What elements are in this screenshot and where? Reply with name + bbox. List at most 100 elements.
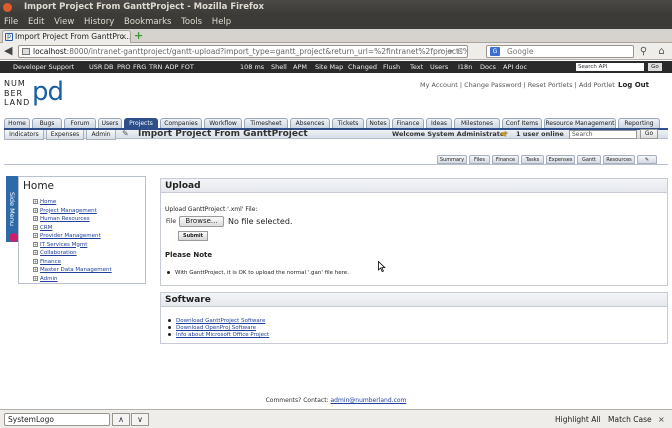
nav-tab-companies[interactable]: Companies	[160, 118, 202, 128]
highlight-all-button[interactable]: Highlight All	[555, 415, 601, 424]
expand-icon[interactable]: +	[33, 207, 38, 213]
tree-item[interactable]: + CRM	[33, 224, 112, 233]
tree-item[interactable]: + Finance	[33, 258, 112, 267]
side-menu-handle-icon[interactable]	[9, 233, 18, 242]
tree-link-admin[interactable]: Admin	[40, 276, 58, 282]
tree-item[interactable]: + Home	[33, 198, 112, 207]
back-arrow-icon[interactable]: ◀	[4, 45, 15, 57]
search-engine-input[interactable]: G Google	[486, 45, 634, 58]
nav-tab-users[interactable]: Users	[98, 118, 122, 128]
logout-link[interactable]: Log Out	[618, 81, 649, 89]
subnav-indicators[interactable]: Indicators	[4, 130, 44, 140]
site-search-go-button[interactable]: Go	[640, 129, 658, 139]
account-links[interactable]: My Account | Change Password | Reset Por…	[420, 81, 615, 89]
nav-tab-projects[interactable]: Projects	[124, 118, 158, 128]
nav-tab-reporting[interactable]: Reporting	[618, 118, 660, 128]
nav-tab-ideas[interactable]: Ideas	[426, 118, 452, 128]
project-tab-edit-icon[interactable]: ✎	[637, 155, 657, 164]
nav-tab-tickets[interactable]: Tickets	[332, 118, 364, 128]
close-window-icon[interactable]	[3, 3, 12, 12]
expand-icon[interactable]: +	[33, 275, 38, 281]
tree-link-finance[interactable]: Finance	[40, 259, 61, 265]
menu-bookmarks[interactable]: Bookmarks	[124, 17, 172, 27]
dev-apidoc[interactable]: API doc	[503, 61, 527, 73]
expand-icon[interactable]: +	[33, 216, 38, 221]
url-bar[interactable]: localhost:8000/intranet-ganttproject/gan…	[18, 45, 468, 58]
nav-tab-finance[interactable]: Finance	[392, 118, 424, 128]
dev-docs[interactable]: Docs	[480, 61, 496, 73]
tree-item[interactable]: + Provider Management	[33, 232, 112, 241]
nav-tab-bugs[interactable]: Bugs	[32, 118, 62, 128]
api-search-input[interactable]: Search API	[576, 63, 644, 71]
dev-text[interactable]: Text	[410, 61, 423, 73]
project-tab-expenses[interactable]: Expenses	[546, 155, 575, 164]
google-icon[interactable]: G	[490, 47, 500, 56]
tree-item[interactable]: + Project Management	[33, 207, 112, 216]
api-search-go-button[interactable]: Go	[648, 63, 662, 71]
menu-edit[interactable]: Edit	[28, 17, 44, 27]
tree-link-project-management[interactable]: Project Management	[40, 208, 97, 214]
ms-project-info-link[interactable]: Info about Microsoft Office Project	[176, 332, 269, 338]
tree-link-provider-management[interactable]: Provider Management	[40, 233, 101, 239]
expand-icon[interactable]: +	[33, 199, 38, 204]
tree-link-crm[interactable]: CRM	[40, 225, 52, 231]
dev-adp[interactable]: ADP	[165, 61, 178, 73]
close-tab-icon[interactable]: ×	[120, 31, 127, 43]
footer-email-link[interactable]: admin@numberland.com	[330, 397, 406, 404]
dev-sitemap[interactable]: Site Map	[315, 61, 343, 73]
dev-db[interactable]: DB	[104, 61, 113, 73]
dev-changed[interactable]: Changed	[348, 61, 377, 73]
project-tab-resources[interactable]: Resources	[603, 155, 635, 164]
tree-link-it-services[interactable]: IT Services Mgmt	[40, 242, 87, 248]
site-identity-icon[interactable]	[22, 48, 30, 55]
nav-tab-milestones[interactable]: Milestones	[454, 118, 500, 128]
tree-item[interactable]: + Collaboration	[33, 249, 112, 258]
dev-pro[interactable]: PRO	[117, 61, 131, 73]
nav-tab-resource-management[interactable]: Resource Management	[544, 118, 616, 128]
close-find-bar-icon[interactable]: ×	[658, 415, 665, 424]
dev-apm[interactable]: APM	[293, 61, 307, 73]
tree-item[interactable]: + Admin	[33, 275, 112, 284]
menu-tools[interactable]: Tools	[181, 17, 202, 27]
menu-file[interactable]: File	[4, 17, 18, 27]
download-ganttproject-link[interactable]: Download GanttProject Software	[176, 318, 265, 324]
expand-icon[interactable]: +	[33, 258, 38, 264]
find-input[interactable]: SystemLogo	[4, 413, 110, 426]
tree-item[interactable]: + Master Data Management	[33, 266, 112, 275]
dev-support-label[interactable]: Developer Support	[13, 61, 74, 73]
submit-button[interactable]: Submit	[178, 231, 208, 241]
site-search-input[interactable]: Search	[569, 130, 637, 139]
new-tab-icon[interactable]: +	[134, 30, 145, 42]
nav-tab-absences[interactable]: Absences	[290, 118, 330, 128]
nav-tab-forum[interactable]: Forum	[64, 118, 96, 128]
dev-fot[interactable]: FOT	[181, 61, 194, 73]
dev-usr[interactable]: USR	[89, 61, 102, 73]
search-go-icon[interactable]: ⚲	[638, 46, 649, 57]
menu-view[interactable]: View	[54, 17, 74, 27]
project-tab-tasks[interactable]: Tasks	[521, 155, 544, 164]
nav-tab-conf-items[interactable]: Conf Items	[502, 118, 542, 128]
edit-pencil-icon[interactable]: ✎	[122, 129, 132, 138]
expand-icon[interactable]: +	[33, 241, 38, 247]
subnav-expenses[interactable]: Expenses	[46, 130, 84, 140]
home-icon[interactable]: ⌂	[656, 46, 667, 57]
dev-frg[interactable]: FRG	[133, 61, 146, 73]
expand-icon[interactable]: +	[33, 224, 38, 230]
project-tab-finance[interactable]: Finance	[492, 155, 519, 164]
tree-link-collaboration[interactable]: Collaboration	[40, 250, 77, 256]
subnav-admin[interactable]: Admin	[86, 130, 116, 140]
tree-item[interactable]: + Human Resources	[33, 215, 112, 224]
dev-shell[interactable]: Shell	[271, 61, 287, 73]
numberland-logo[interactable]: NUM BER LAND pd	[4, 79, 94, 113]
expand-icon[interactable]: +	[33, 233, 38, 238]
tree-link-master-data[interactable]: Master Data Management	[40, 267, 112, 273]
match-case-button[interactable]: Match Case	[608, 415, 652, 424]
browser-tab[interactable]: p Import Project From GanttPro... ×	[2, 30, 131, 43]
dev-flush[interactable]: Flush	[383, 61, 400, 73]
tree-link-human-resources[interactable]: Human Resources	[40, 216, 90, 222]
tree-link-home[interactable]: Home	[40, 199, 56, 205]
browse-button[interactable]: Browse...	[179, 216, 224, 227]
menu-help[interactable]: Help	[212, 17, 231, 27]
project-tab-gantt[interactable]: Gantt	[577, 155, 601, 164]
project-tab-summary[interactable]: Summary	[437, 155, 467, 164]
